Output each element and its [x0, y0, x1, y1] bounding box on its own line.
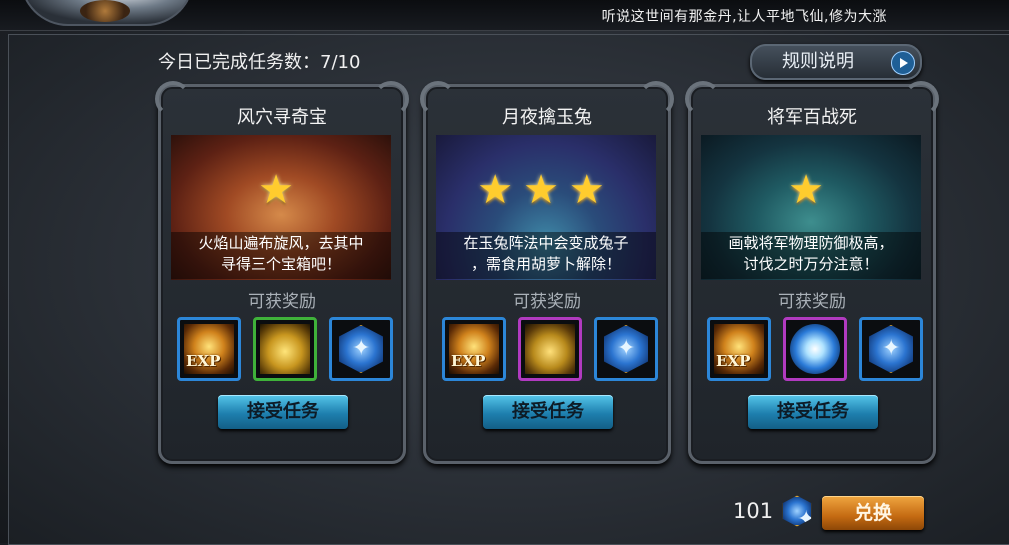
reward-slot[interactable] — [783, 317, 847, 381]
task-description: 火焰山遍布旋风，去其中 寻得三个宝箱吧！ — [171, 232, 391, 279]
difficulty-stars: ★ — [258, 167, 304, 213]
avatar-frame[interactable] — [20, 0, 194, 26]
task-title: 将军百战死 — [767, 107, 857, 128]
exp-label: EXP — [716, 352, 751, 370]
accept-task-button[interactable]: 接受任务 — [218, 395, 348, 429]
exp-icon: EXP — [714, 324, 764, 374]
description-line: 火焰山遍布旋风，去其中 — [198, 234, 364, 252]
blue-crystal-icon — [339, 325, 383, 373]
reward-list: EXP — [707, 317, 923, 381]
daily-completed-count: 今日已完成任务数：7/10 — [158, 52, 361, 73]
reward-slot[interactable] — [253, 317, 317, 381]
exp-label: EXP — [186, 352, 221, 370]
rules-button-label: 规则说明 — [782, 51, 854, 72]
blue-crystal-icon — [604, 325, 648, 373]
top-bar: 听说这世间有那金丹,让人平地飞仙,修为大涨 — [0, 0, 1009, 31]
reward-slot[interactable]: EXP — [442, 317, 506, 381]
gold-coins-icon — [260, 324, 310, 374]
task-card-general: 将军百战死 ★ 画戟将军物理防御极高， 讨伐之时万分注意！ 可获奖励 EXP 接… — [685, 81, 936, 464]
reward-slot[interactable]: EXP — [177, 317, 241, 381]
reward-label: 可获奖励 — [513, 292, 581, 312]
reward-label: 可获奖励 — [248, 292, 316, 312]
exp-icon: EXP — [449, 324, 499, 374]
task-card-wind-cave: 风穴寻奇宝 ★ 火焰山遍布旋风，去其中 寻得三个宝箱吧！ 可获奖励 EXP 接受… — [155, 81, 406, 464]
description-line: 讨伐之时万分注意！ — [743, 255, 879, 273]
avatar — [80, 0, 130, 22]
blue-crystal-icon — [869, 325, 913, 373]
gold-bag-icon — [525, 324, 575, 374]
task-art-moon-arena: ★★★ 在玉兔阵法中会变成兔子 ，需食用胡萝卜解除！ — [436, 135, 656, 280]
spirit-orb-icon — [790, 324, 840, 374]
task-description: 画戟将军物理防御极高， 讨伐之时万分注意！ — [701, 232, 921, 279]
task-card-moon-rabbit: 月夜擒玉兔 ★★★ 在玉兔阵法中会变成兔子 ，需食用胡萝卜解除！ 可获奖励 EX… — [420, 81, 671, 464]
task-title: 月夜擒玉兔 — [502, 107, 592, 128]
task-art-general-arena: ★ 画戟将军物理防御极高， 讨伐之时万分注意！ — [701, 135, 921, 280]
description-line: 寻得三个宝箱吧！ — [220, 255, 341, 273]
description-line: 在玉兔阵法中会变成兔子 — [463, 234, 629, 252]
description-line: ，需食用胡萝卜解除！ — [470, 255, 621, 273]
exp-icon: EXP — [184, 324, 234, 374]
accept-task-button[interactable]: 接受任务 — [748, 395, 878, 429]
exp-label: EXP — [451, 352, 486, 370]
accept-task-button[interactable]: 接受任务 — [483, 395, 613, 429]
reward-slot[interactable] — [518, 317, 582, 381]
description-line: 画戟将军物理防御极高， — [728, 234, 894, 252]
reward-slot[interactable]: EXP — [707, 317, 771, 381]
reward-label: 可获奖励 — [778, 292, 846, 312]
task-title: 风穴寻奇宝 — [237, 107, 327, 128]
crystal-amount: 101 — [733, 499, 774, 523]
difficulty-stars: ★ — [788, 167, 834, 213]
reward-list: EXP — [177, 317, 393, 381]
exchange-button[interactable]: 兑换 — [822, 496, 924, 530]
play-arrow-icon — [891, 51, 915, 75]
marquee-text: 听说这世间有那金丹,让人平地飞仙,修为大涨 — [601, 9, 887, 25]
difficulty-stars: ★★★ — [477, 167, 615, 213]
reward-slot[interactable] — [329, 317, 393, 381]
reward-list: EXP — [442, 317, 658, 381]
task-description: 在玉兔阵法中会变成兔子 ，需食用胡萝卜解除！ — [436, 232, 656, 279]
reward-slot[interactable] — [594, 317, 658, 381]
task-art-fire-mountain: ★ 火焰山遍布旋风，去其中 寻得三个宝箱吧！ — [171, 135, 391, 280]
rules-button[interactable]: 规则说明 — [750, 44, 922, 80]
reward-slot[interactable] — [859, 317, 923, 381]
